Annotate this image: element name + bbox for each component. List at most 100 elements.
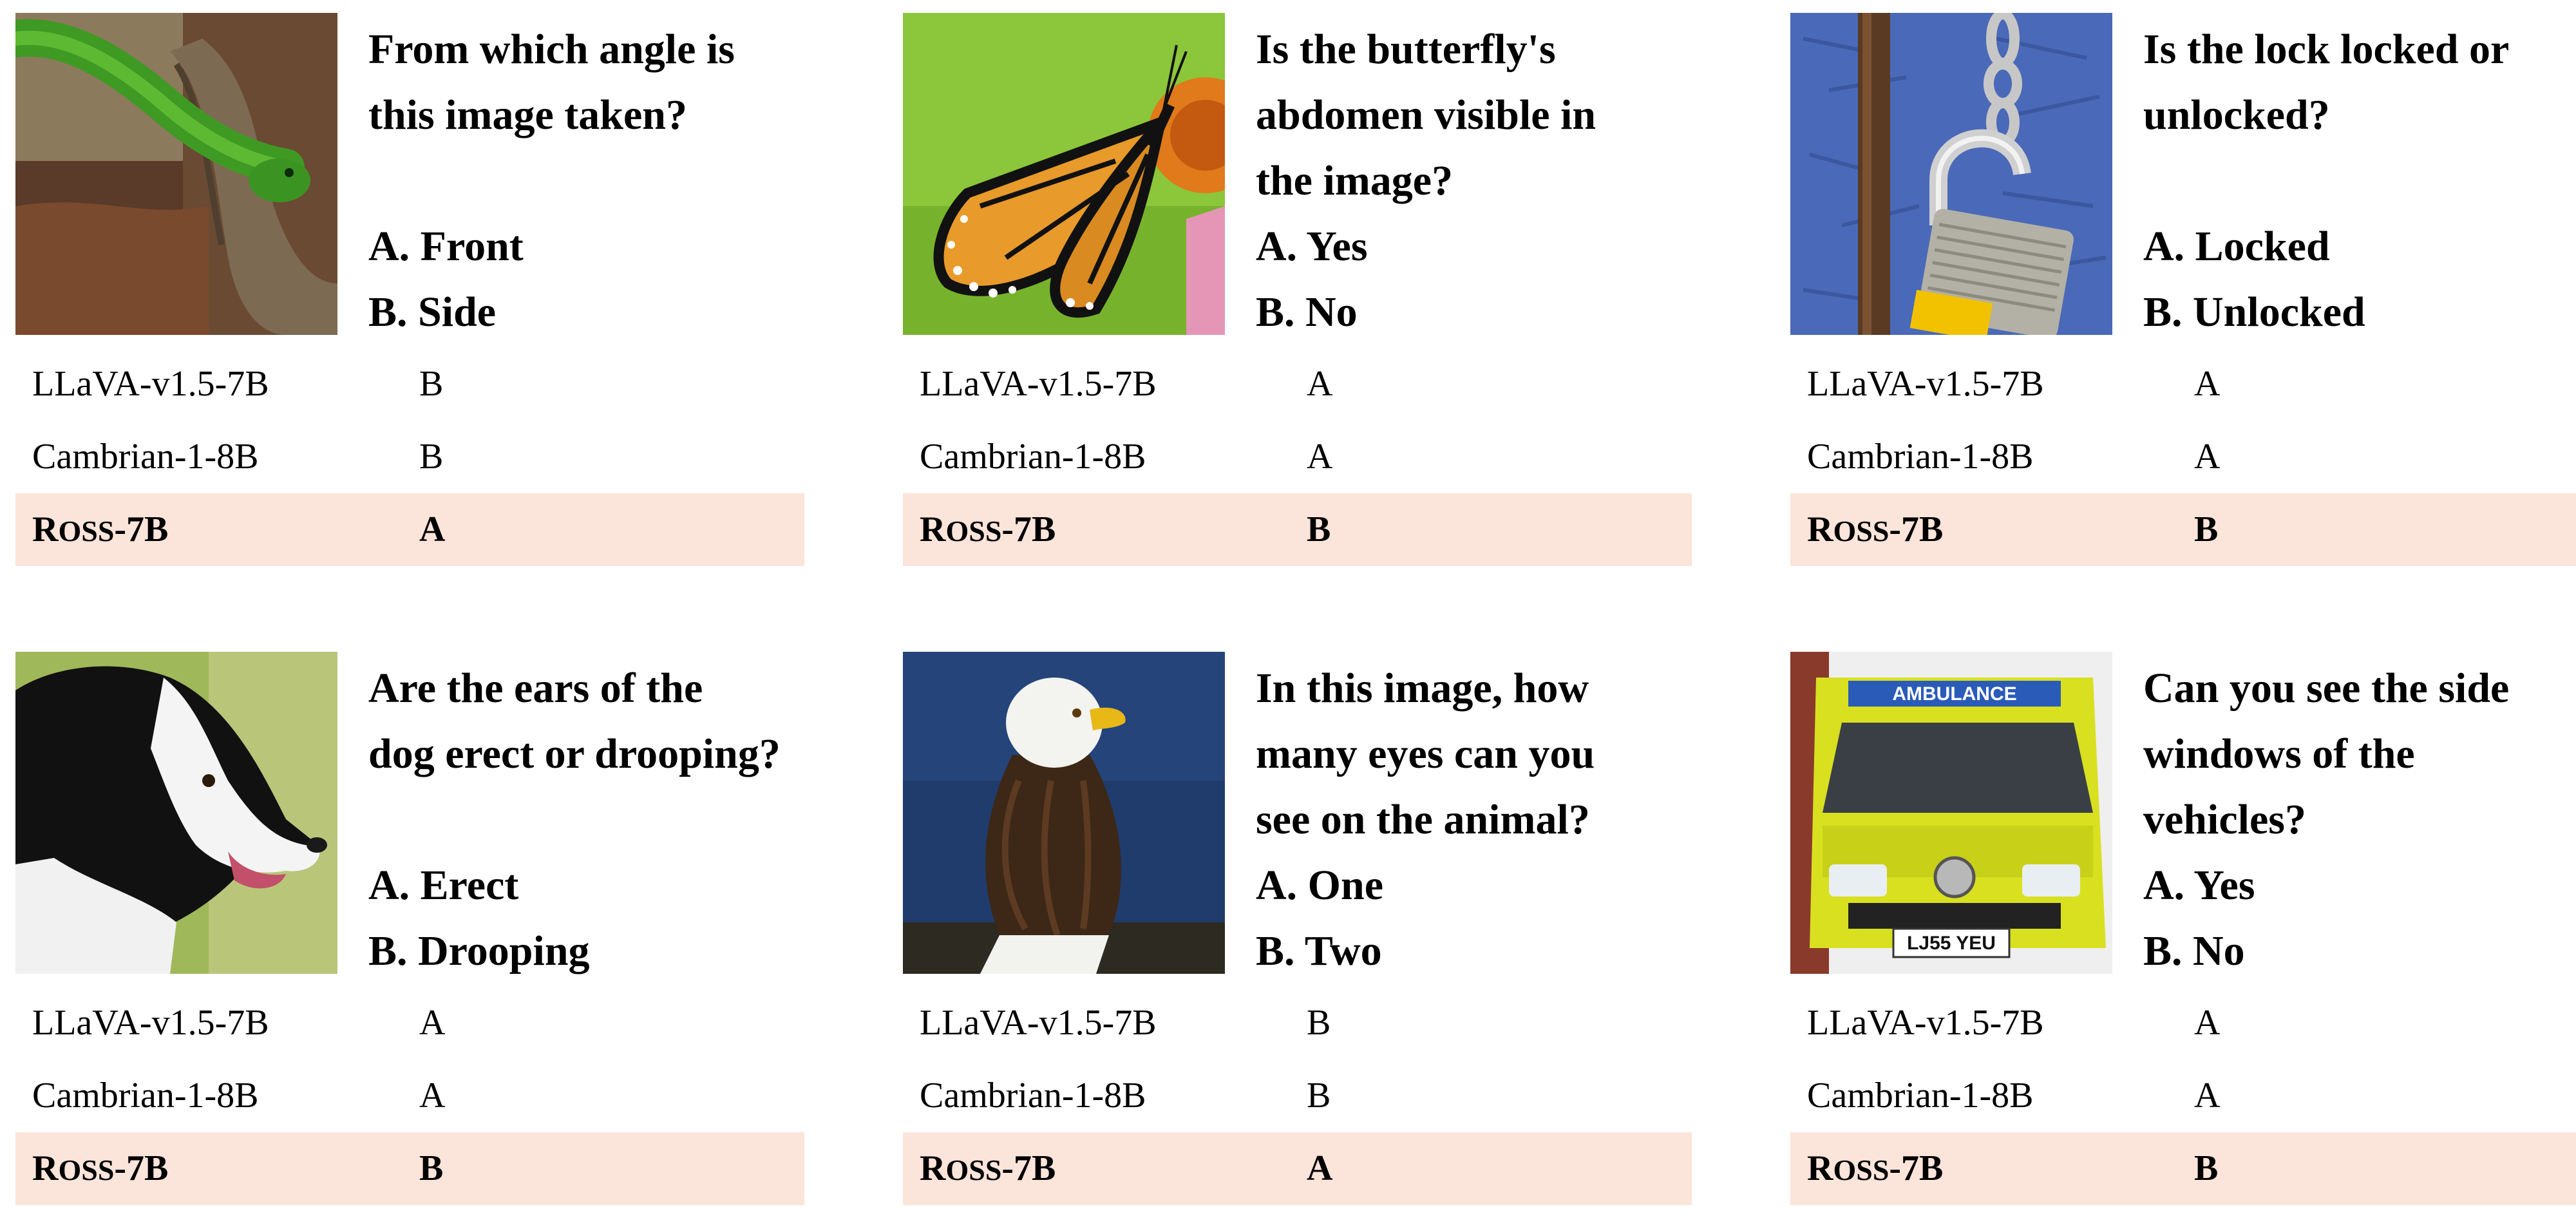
example-panel-angle: From which angle is this image taken? A.… <box>15 13 804 586</box>
model-answer: A <box>2194 364 2221 404</box>
question-line: windows of the <box>2143 730 2415 777</box>
model-name-ross: ROSS-7B <box>32 1148 169 1188</box>
question-block: Are the ears of the dog erect or droopin… <box>368 656 813 984</box>
model-answer: A <box>1307 364 1333 404</box>
model-answer: A <box>419 1003 446 1043</box>
model-name: Cambrian-1-8B <box>32 437 259 477</box>
model-answer: A <box>1307 437 1333 477</box>
model-answer: B <box>419 1148 444 1188</box>
example-panel-ambulance: AMBULANCE LJ55 YEU Can you see the side … <box>1790 652 2576 1225</box>
question-block: From which angle is this image taken? A.… <box>368 17 813 345</box>
model-name: Cambrian-1-8B <box>1807 1076 2034 1116</box>
model-answers-table: LLaVA-v1.5-7B B Cambrian-1-8B B ROSS-7B … <box>903 987 1692 1205</box>
question-line: many eyes can you <box>1256 730 1595 777</box>
model-name: Cambrian-1-8B <box>1807 437 2034 477</box>
model-answer: B <box>1307 509 1331 549</box>
answer-row-ross-highlighted: ROSS-7B A <box>903 1132 1692 1205</box>
option-a: A. Erect <box>368 862 519 909</box>
model-answer: A <box>2194 437 2221 477</box>
model-answer: B <box>419 437 444 477</box>
model-answers-table: LLaVA-v1.5-7B A Cambrian-1-8B A ROSS-7B … <box>903 348 1692 566</box>
butterfly-photo <box>903 13 1225 335</box>
answer-row-cambrian: Cambrian-1-8B A <box>1790 421 2576 493</box>
answer-row-ross-highlighted: ROSS-7B B <box>15 1132 804 1205</box>
example-panel-dog: Are the ears of the dog erect or droopin… <box>15 652 804 1225</box>
eagle-illustration <box>903 652 1225 974</box>
model-answer: B <box>2194 509 2219 549</box>
model-answers-table: LLaVA-v1.5-7B A Cambrian-1-8B A ROSS-7B … <box>15 987 804 1205</box>
model-name: LLaVA-v1.5-7B <box>1807 364 2044 404</box>
answer-row-cambrian: Cambrian-1-8B B <box>15 421 804 493</box>
butterfly-illustration <box>903 13 1225 335</box>
option-a: A. Locked <box>2143 223 2330 270</box>
model-name: Cambrian-1-8B <box>32 1076 259 1116</box>
option-a: A. One <box>1256 862 1383 909</box>
answer-row-cambrian: Cambrian-1-8B A <box>903 421 1692 493</box>
question-line: see on the animal? <box>1256 796 1590 843</box>
model-answer: B <box>1307 1003 1331 1043</box>
ambulance-sign-text: AMBULANCE <box>1892 683 2016 705</box>
question-line: unlocked? <box>2143 91 2330 138</box>
model-answer: A <box>419 509 446 549</box>
question-line: the image? <box>1256 157 1454 204</box>
snake-illustration <box>15 13 337 335</box>
example-panel-lock: Is the lock locked or unlocked? A. Locke… <box>1790 13 2576 586</box>
model-name: LLaVA-v1.5-7B <box>920 364 1157 404</box>
model-name-ross: ROSS-7B <box>32 509 169 549</box>
question-line: this image taken? <box>368 91 687 138</box>
model-name: LLaVA-v1.5-7B <box>1807 1003 2044 1043</box>
option-b: B. No <box>2143 927 2245 974</box>
option-a: A. Yes <box>1256 223 1368 270</box>
ambulance-photo: AMBULANCE LJ55 YEU <box>1790 652 2112 974</box>
ambulance-illustration: AMBULANCE LJ55 YEU <box>1790 652 2112 974</box>
example-panel-butterfly: Is the butterfly's abdomen visible in th… <box>903 13 1692 586</box>
answer-row-ross-highlighted: ROSS-7B B <box>1790 1132 2576 1205</box>
question-line: Can you see the side <box>2143 665 2510 712</box>
model-answer: A <box>1307 1148 1333 1188</box>
question-line: Are the ears of the <box>368 665 703 712</box>
question-line: dog erect or drooping? <box>368 730 781 777</box>
answer-row-ross-highlighted: ROSS-7B B <box>1790 493 2576 566</box>
model-name: LLaVA-v1.5-7B <box>32 364 269 404</box>
question-line: vehicles? <box>2143 796 2306 843</box>
model-answer: B <box>2194 1148 2219 1188</box>
eagle-photo <box>903 652 1225 974</box>
option-b: B. No <box>1256 289 1358 336</box>
option-b: B. Unlocked <box>2143 289 2365 336</box>
answer-row-cambrian: Cambrian-1-8B A <box>15 1059 804 1132</box>
question-block: Is the lock locked or unlocked? A. Locke… <box>2143 17 2576 345</box>
answer-row-cambrian: Cambrian-1-8B B <box>903 1059 1692 1132</box>
answer-row-llava: LLaVA-v1.5-7B A <box>1790 987 2576 1059</box>
model-answers-table: LLaVA-v1.5-7B A Cambrian-1-8B A ROSS-7B … <box>1790 987 2576 1205</box>
answer-row-llava: LLaVA-v1.5-7B B <box>15 348 804 421</box>
answer-row-llava: LLaVA-v1.5-7B A <box>15 987 804 1059</box>
model-name: Cambrian-1-8B <box>920 1076 1146 1116</box>
model-name: LLaVA-v1.5-7B <box>32 1003 269 1043</box>
model-name-ross: ROSS-7B <box>920 1148 1056 1188</box>
question-line: In this image, how <box>1256 665 1589 712</box>
option-b: B. Side <box>368 289 497 336</box>
question-block: Is the butterfly's abdomen visible in th… <box>1256 17 1700 345</box>
option-a: A. Front <box>368 223 524 270</box>
model-name-ross: ROSS-7B <box>1807 1148 1944 1188</box>
model-answers-table: LLaVA-v1.5-7B A Cambrian-1-8B A ROSS-7B … <box>1790 348 2576 566</box>
model-name: LLaVA-v1.5-7B <box>920 1003 1157 1043</box>
answer-row-ross-highlighted: ROSS-7B A <box>15 493 804 566</box>
model-answer: A <box>419 1076 446 1116</box>
option-a: A. Yes <box>2143 862 2255 909</box>
question-line: Is the butterfly's <box>1256 26 1556 73</box>
padlock-illustration <box>1790 13 2112 335</box>
model-answer: B <box>419 364 444 404</box>
answer-row-llava: LLaVA-v1.5-7B A <box>1790 348 2576 421</box>
dog-illustration <box>15 652 337 974</box>
model-answers-table: LLaVA-v1.5-7B B Cambrian-1-8B B ROSS-7B … <box>15 348 804 566</box>
model-name: Cambrian-1-8B <box>920 437 1146 477</box>
license-plate-text: LJ55 YEU <box>1907 933 1996 954</box>
example-panel-eagle: In this image, how many eyes can you see… <box>903 652 1692 1225</box>
model-answer: A <box>2194 1076 2221 1116</box>
answer-row-ross-highlighted: ROSS-7B B <box>903 493 1692 566</box>
option-b: B. Two <box>1256 927 1382 974</box>
